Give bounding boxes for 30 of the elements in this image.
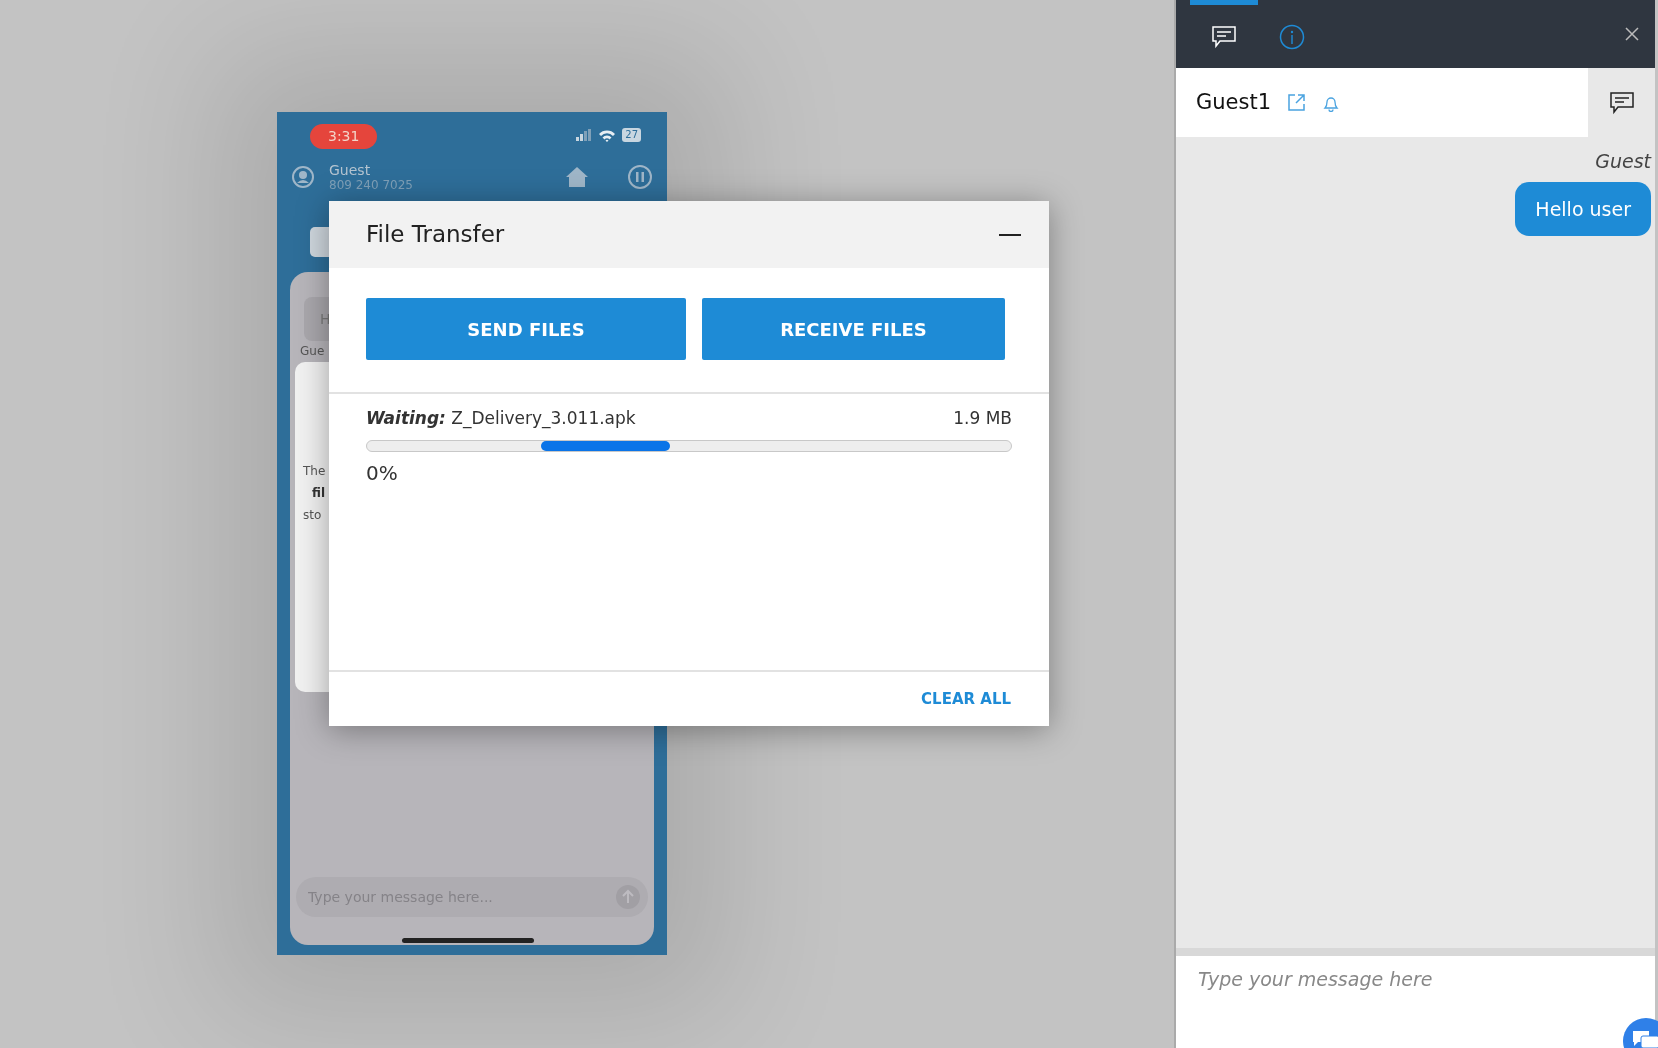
phone-card-text: sto (303, 507, 322, 524)
dialog-title: File Transfer (366, 220, 505, 250)
contact-name: Guest (329, 162, 372, 178)
progress-percent: 0% (366, 459, 399, 487)
contact-name: Guest1 (1196, 88, 1272, 116)
wifi-icon (598, 128, 617, 142)
chat-bubbles-icon (1632, 1030, 1658, 1048)
chat-icon[interactable] (1608, 90, 1635, 115)
message-sender: Guest (1595, 149, 1651, 174)
phone-label: Gue (300, 343, 325, 360)
close-icon[interactable] (1625, 27, 1639, 41)
receive-files-button[interactable]: RECEIVE FILES (702, 298, 1005, 360)
send-files-button[interactable]: SEND FILES (366, 298, 686, 360)
pause-icon[interactable] (627, 164, 653, 190)
message-input-field[interactable]: Type your message here (1176, 956, 1655, 1048)
phone-card-text: fil (312, 485, 325, 502)
status-time: 3:31 (310, 124, 378, 149)
file-size: 1.9 MB (953, 407, 1012, 430)
avatar-icon (291, 165, 315, 189)
battery-level: 27 (622, 128, 641, 142)
external-link-icon[interactable] (1287, 93, 1307, 112)
home-icon[interactable] (565, 166, 589, 188)
signal-icon (576, 129, 593, 141)
chat-icon (1211, 24, 1237, 49)
message-bubble: Hello user (1515, 181, 1651, 236)
info-icon (1279, 23, 1305, 50)
transfer-file-name: Waiting: Z_Delivery_3.011.apk (366, 407, 636, 431)
contact-number: 809 240 7025 (329, 178, 414, 192)
phone-card-text: The (303, 463, 326, 480)
clear-all-button[interactable]: CLEAR ALL (921, 687, 1011, 711)
